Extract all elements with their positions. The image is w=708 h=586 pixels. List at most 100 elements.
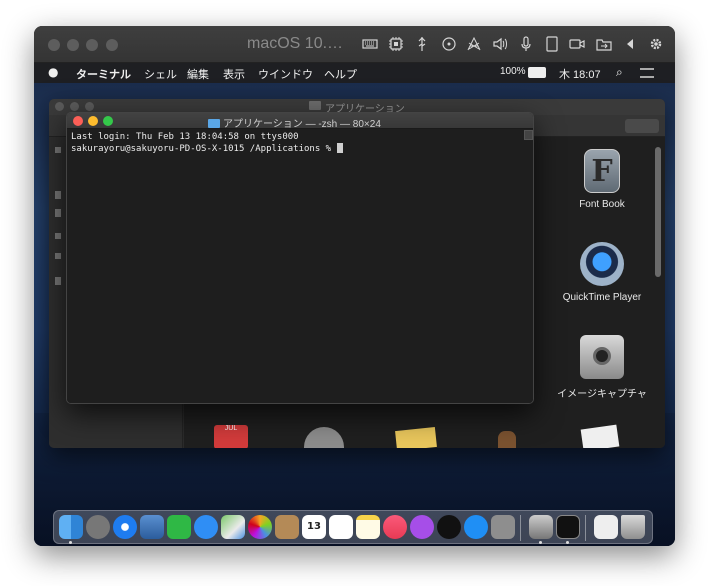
- apple-icon[interactable]: ●: [48, 65, 58, 79]
- app-label: QuickTime Player: [562, 292, 642, 303]
- menubar-clock[interactable]: 木 18:07: [559, 66, 601, 82]
- launchpad-icon[interactable]: [86, 515, 110, 539]
- app-store-icon[interactable]: [464, 515, 488, 539]
- sidebar-item-icon[interactable]: [55, 209, 61, 217]
- font-book-icon: F: [584, 149, 620, 193]
- terminal-prompt-line: sakurayoru@sakuyoru-PD-OS-X-1015 /Applic…: [71, 143, 531, 155]
- calendar-month: JUL: [224, 425, 238, 432]
- shared-folder-icon[interactable]: [594, 34, 614, 54]
- battery-percent: 100%: [500, 66, 526, 77]
- image-capture-icon: [580, 335, 624, 379]
- trash-icon[interactable]: [621, 515, 645, 539]
- image-capture-dock-icon[interactable]: [529, 515, 553, 539]
- textedit-app-icon[interactable]: [580, 424, 620, 448]
- network-icon[interactable]: [464, 34, 484, 54]
- photos-icon[interactable]: [248, 515, 272, 539]
- terminal-titlebar: アプリケーション — -zsh — 80×24: [67, 113, 533, 130]
- vm-fullscreen-button[interactable]: [106, 39, 118, 51]
- music-icon[interactable]: [383, 515, 407, 539]
- folder-icon: [309, 101, 321, 110]
- app-label: イメージキャプチャ: [557, 389, 647, 400]
- vm-zoom-button[interactable]: [86, 39, 98, 51]
- running-indicator: [69, 541, 72, 544]
- terminal-window: アプリケーション — -zsh — 80×24 Last login: Thu …: [66, 112, 534, 404]
- messages-icon[interactable]: [194, 515, 218, 539]
- terminal-close-button[interactable]: [73, 116, 83, 126]
- menu-help[interactable]: ヘルプ: [324, 66, 357, 82]
- dock: 13: [53, 510, 653, 544]
- collapse-arrow-icon[interactable]: [620, 34, 640, 54]
- terminal-body[interactable]: Last login: Thu Feb 13 18:04:58 on ttys0…: [67, 129, 533, 403]
- podcasts-icon[interactable]: [410, 515, 434, 539]
- menu-shell[interactable]: シェル: [144, 66, 177, 82]
- disc-icon[interactable]: [439, 34, 459, 54]
- keyboard-icon[interactable]: [360, 34, 380, 54]
- terminal-dock-icon[interactable]: [556, 515, 580, 539]
- finder-icon[interactable]: [59, 515, 83, 539]
- usb-icon[interactable]: [412, 34, 432, 54]
- running-indicator: [566, 541, 569, 544]
- maps-icon[interactable]: [221, 515, 245, 539]
- reminders-icon[interactable]: [329, 515, 353, 539]
- settings-gear-icon[interactable]: [646, 34, 666, 54]
- chess-app-icon[interactable]: [498, 431, 516, 448]
- terminal-title-wrap: アプリケーション — -zsh — 80×24: [208, 115, 381, 130]
- finder-scrollbar[interactable]: [655, 147, 661, 277]
- terminal-minimize-button[interactable]: [88, 116, 98, 126]
- running-indicator: [539, 541, 542, 544]
- dock-separator: [585, 515, 586, 541]
- vm-minimize-button[interactable]: [67, 39, 79, 51]
- terminal-cursor: [336, 143, 343, 153]
- guest-desktop: ● ターミナル シェル 編集 表示 ウインドウ ヘルプ 100% 木 18:07…: [34, 63, 675, 546]
- tv-icon[interactable]: [437, 515, 461, 539]
- finder-close-button[interactable]: [55, 102, 64, 111]
- menu-view[interactable]: 表示: [223, 66, 245, 82]
- system-preferences-app-icon[interactable]: [304, 427, 344, 448]
- documents-icon[interactable]: [594, 515, 618, 539]
- camera-icon[interactable]: [567, 34, 587, 54]
- menu-window[interactable]: ウインドウ: [258, 66, 313, 82]
- menu-edit[interactable]: 編集: [187, 66, 209, 82]
- preview-icon[interactable]: [140, 515, 164, 539]
- safari-icon[interactable]: [113, 515, 137, 539]
- folder-icon: [208, 119, 220, 128]
- calendar-day: 13: [307, 521, 321, 532]
- sidebar-item-icon[interactable]: [55, 277, 61, 285]
- dock-separator: [520, 515, 521, 541]
- app-label: Font Book: [579, 199, 625, 210]
- vm-window: macOS 10.… ● ターミナル シェル 編集 表示 ウインドウ ヘルプ 1…: [34, 26, 675, 546]
- cpu-icon[interactable]: [386, 34, 406, 54]
- microphone-icon[interactable]: [516, 34, 536, 54]
- tablet-icon[interactable]: [542, 34, 562, 54]
- stickies-app-icon[interactable]: [395, 426, 437, 448]
- menubar: ● ターミナル シェル 編集 表示 ウインドウ ヘルプ 100% 木 18:07…: [34, 63, 675, 83]
- quicktime-icon: [580, 242, 624, 286]
- terminal-scroll-indicator[interactable]: [524, 130, 533, 140]
- menu-app-name[interactable]: ターミナル: [76, 66, 131, 82]
- facetime-icon[interactable]: [167, 515, 191, 539]
- vm-titlebar: macOS 10.…: [34, 26, 675, 63]
- terminal-zoom-button[interactable]: [103, 116, 113, 126]
- terminal-prompt: sakurayoru@sakuyoru-PD-OS-X-1015 /Applic…: [71, 144, 337, 154]
- speaker-icon[interactable]: [490, 34, 510, 54]
- battery-icon[interactable]: [528, 67, 546, 78]
- finder-minimize-button[interactable]: [70, 102, 79, 111]
- app-image-capture[interactable]: イメージキャプチャ: [557, 335, 647, 400]
- notes-icon[interactable]: [356, 515, 380, 539]
- calendar-icon[interactable]: 13: [302, 515, 326, 539]
- spotlight-search-icon[interactable]: ⌕: [616, 65, 623, 80]
- sidebar-item-icon[interactable]: [55, 147, 61, 153]
- sidebar-item-icon[interactable]: [55, 191, 61, 199]
- notification-center-icon[interactable]: [640, 68, 654, 78]
- contacts-icon[interactable]: [275, 515, 299, 539]
- sidebar-item-icon[interactable]: [55, 253, 61, 259]
- terminal-line: Last login: Thu Feb 13 18:04:58 on ttys0…: [71, 132, 299, 142]
- sidebar-item-icon[interactable]: [55, 233, 61, 239]
- vm-close-button[interactable]: [48, 39, 60, 51]
- system-preferences-icon[interactable]: [491, 515, 515, 539]
- app-font-book[interactable]: F Font Book: [557, 149, 647, 210]
- calendar-app-icon[interactable]: JUL: [214, 425, 248, 448]
- finder-search-field[interactable]: [625, 119, 659, 133]
- finder-zoom-button[interactable]: [85, 102, 94, 111]
- app-quicktime-player[interactable]: QuickTime Player: [557, 242, 647, 303]
